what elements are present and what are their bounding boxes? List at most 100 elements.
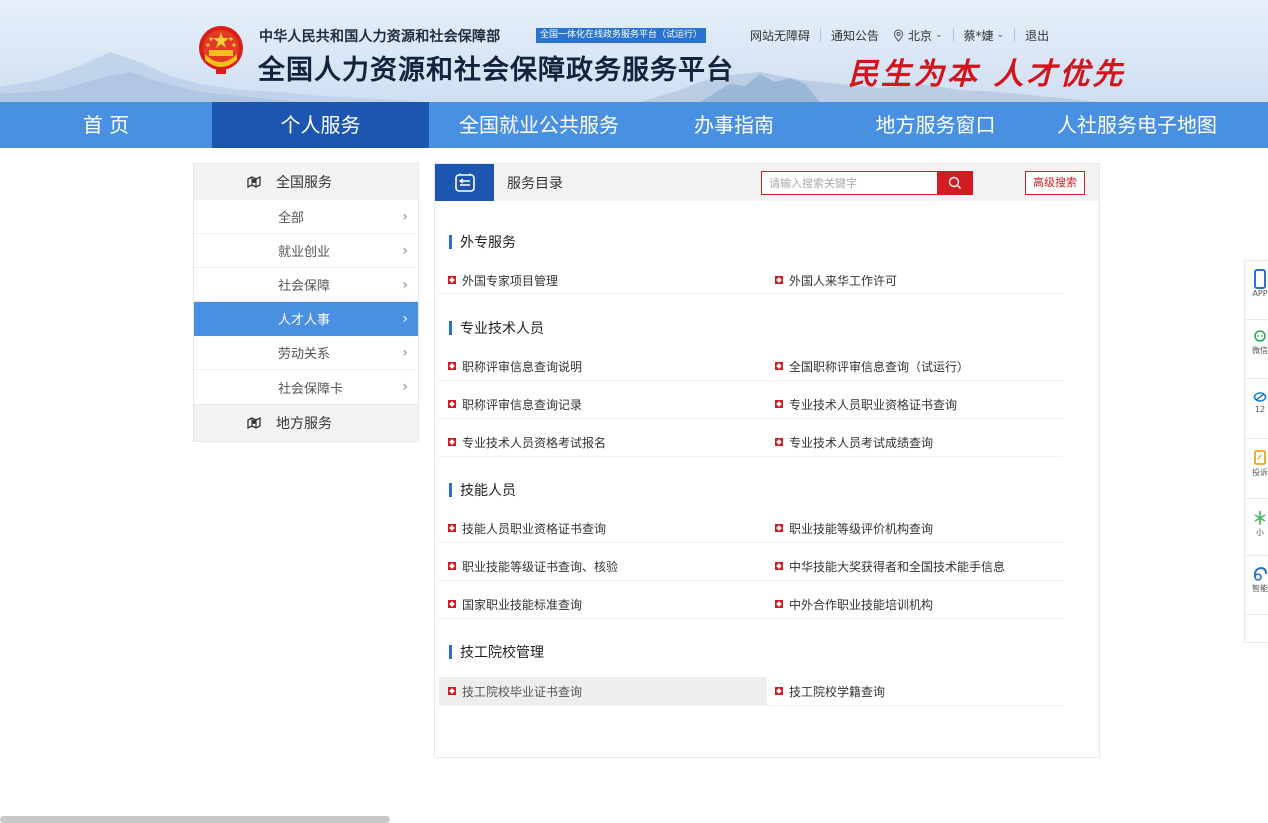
panel-title: 服务目录	[507, 175, 563, 192]
sidebar-item-employment[interactable]: 就业创业 ›	[194, 234, 418, 268]
row-divider	[439, 418, 1063, 419]
section-title-text: 专业技术人员	[460, 321, 544, 337]
complaint-icon	[1254, 450, 1266, 465]
chevron-right-icon: ›	[402, 242, 408, 259]
service-label: 职业技能等级评价机构查询	[789, 521, 934, 536]
section-title: 技工院校管理	[449, 644, 544, 661]
service-catalog-panel: 服务目录 高级搜索 外专服务 外国专家项目管理 外国人来华工作许可 专业技术人员…	[434, 163, 1100, 758]
float-label: 投诉	[1252, 468, 1268, 477]
service-link[interactable]: 专业技术人员职业资格证书查询	[775, 390, 957, 418]
section-bar	[449, 235, 452, 249]
service-link[interactable]: 中外合作职业技能培训机构	[775, 590, 933, 618]
section-title: 专业技术人员	[449, 320, 544, 337]
bullet-icon	[448, 600, 456, 608]
service-label: 专业技术人员考试成绩查询	[789, 435, 934, 450]
wechat-button[interactable]: 微信	[1245, 329, 1268, 356]
chevron-right-icon: ›	[402, 208, 408, 225]
complaint-button[interactable]: 投诉	[1245, 449, 1268, 478]
service-label: 职称评审信息查询说明	[462, 359, 583, 374]
sidebar-item-label: 人才人事	[278, 313, 331, 328]
advanced-search-button[interactable]: 高级搜索	[1025, 171, 1085, 195]
service-link[interactable]: 外国人来华工作许可	[775, 266, 897, 294]
service-label: 技工院校毕业证书查询	[462, 684, 583, 699]
sidebar-item-talent[interactable]: 人才人事 ›	[194, 302, 418, 336]
section-bar	[449, 483, 452, 497]
section-bar	[449, 321, 452, 335]
horizontal-scrollbar[interactable]	[0, 816, 390, 823]
float-label: 微信	[1252, 346, 1268, 355]
service-label: 职称评审信息查询记录	[462, 397, 583, 412]
sidebar: 全国服务 全部 › 就业创业 › 社会保障 › 人才人事 › 劳动关系 › 社会保障卡 › …	[193, 163, 419, 442]
service-label: 职业技能等级证书查询、核验	[462, 559, 619, 574]
sidebar-item-ss-card[interactable]: 社会保障卡 ›	[194, 370, 418, 404]
service-link[interactable]: 国家职业技能标准查询	[439, 590, 582, 618]
row-divider	[439, 542, 1063, 543]
service-link[interactable]: 全国职称评审信息查询（试运行）	[775, 352, 969, 380]
trial-badge[interactable]: 全国一体化在线政务服务平台（试运行）	[536, 28, 707, 43]
phone-icon	[1254, 269, 1266, 289]
section-title-text: 技能人员	[460, 483, 516, 499]
bullet-icon	[448, 524, 456, 532]
logout-link[interactable]: 退出	[1025, 27, 1049, 44]
chevron-right-icon: ›	[402, 276, 408, 293]
nav-local-window[interactable]: 地方服务窗口	[819, 102, 1052, 148]
service-label: 中外合作职业技能培训机构	[789, 597, 934, 612]
assistant-button[interactable]: 智能	[1245, 565, 1268, 594]
main-nav: 首 页 个人服务 全国就业公共服务 办事指南 地方服务窗口 人社服务电子地图	[0, 102, 1268, 148]
app-download-button[interactable]: APP	[1245, 269, 1268, 298]
nav-guide[interactable]: 办事指南	[649, 102, 819, 148]
service-link[interactable]: 职称评审信息查询说明	[439, 352, 582, 380]
row-divider	[439, 456, 1063, 457]
divider	[1245, 614, 1268, 615]
service-link[interactable]: 专业技术人员资格考试报名	[439, 428, 606, 456]
platform-title: 全国人力资源和社会保障政务服务平台	[258, 55, 734, 86]
divider	[1245, 378, 1268, 379]
section-title-text: 外专服务	[460, 235, 516, 251]
service-link[interactable]: 职业技能等级证书查询、核验	[439, 552, 618, 580]
nav-service-map[interactable]: 人社服务电子地图	[1052, 102, 1232, 148]
sidebar-group-local[interactable]: 地方服务	[194, 404, 418, 441]
nav-home[interactable]: 首 页	[0, 102, 212, 148]
service-link[interactable]: 技工院校毕业证书查询	[439, 677, 767, 705]
service-link[interactable]: 职业技能等级评价机构查询	[775, 514, 933, 542]
chevron-down-icon: ⌄	[935, 30, 943, 40]
map-icon	[247, 175, 261, 189]
service-label: 专业技术人员资格考试报名	[462, 435, 607, 450]
location-pin-icon	[894, 28, 904, 42]
national-emblem-icon	[199, 26, 243, 74]
accessibility-link[interactable]: 网站无障碍	[750, 27, 810, 44]
search-icon	[948, 176, 961, 189]
city-selector[interactable]: 北京	[908, 27, 932, 44]
sidebar-item-label: 劳动关系	[278, 347, 331, 362]
bullet-icon	[775, 562, 783, 570]
sidebar-item-all[interactable]: 全部 ›	[194, 200, 418, 234]
hotline-icon	[1253, 392, 1267, 402]
hotline-button[interactable]: 12	[1245, 389, 1268, 414]
sidebar-item-label: 全部	[278, 211, 305, 226]
divider	[952, 28, 954, 42]
nav-personal-service[interactable]: 个人服务	[212, 102, 429, 148]
service-label: 外国人来华工作许可	[789, 273, 898, 288]
service-link[interactable]: 技工院校学籍查询	[775, 677, 885, 705]
sidebar-group-label: 全国服务	[276, 175, 332, 191]
service-label: 中华技能大奖获得者和全国技术能手信息	[789, 559, 1006, 574]
service-link[interactable]: 中华技能大奖获得者和全国技术能手信息	[775, 552, 1005, 580]
float-label: 小	[1256, 528, 1264, 537]
sidebar-item-labor-relations[interactable]: 劳动关系 ›	[194, 336, 418, 370]
search-input[interactable]	[762, 172, 938, 194]
service-link[interactable]: 技能人员职业资格证书查询	[439, 514, 606, 542]
service-link[interactable]: 外国专家项目管理	[439, 266, 767, 294]
service-link[interactable]: 职称评审信息查询记录	[439, 390, 582, 418]
mini-program-button[interactable]: 小	[1245, 509, 1268, 538]
bullet-icon	[775, 438, 783, 446]
row-divider	[439, 380, 1063, 381]
service-link[interactable]: 专业技术人员考试成绩查询	[775, 428, 933, 456]
sidebar-group-national[interactable]: 全国服务	[194, 164, 418, 200]
notice-link[interactable]: 通知公告	[831, 27, 879, 44]
sidebar-item-social-security[interactable]: 社会保障 ›	[194, 268, 418, 302]
search-button[interactable]	[937, 172, 972, 194]
user-menu[interactable]: 蔡*婕	[964, 27, 994, 44]
sidebar-item-label: 就业创业	[278, 245, 331, 260]
nav-employment-service[interactable]: 全国就业公共服务	[429, 102, 649, 148]
service-label: 专业技术人员职业资格证书查询	[789, 397, 958, 412]
